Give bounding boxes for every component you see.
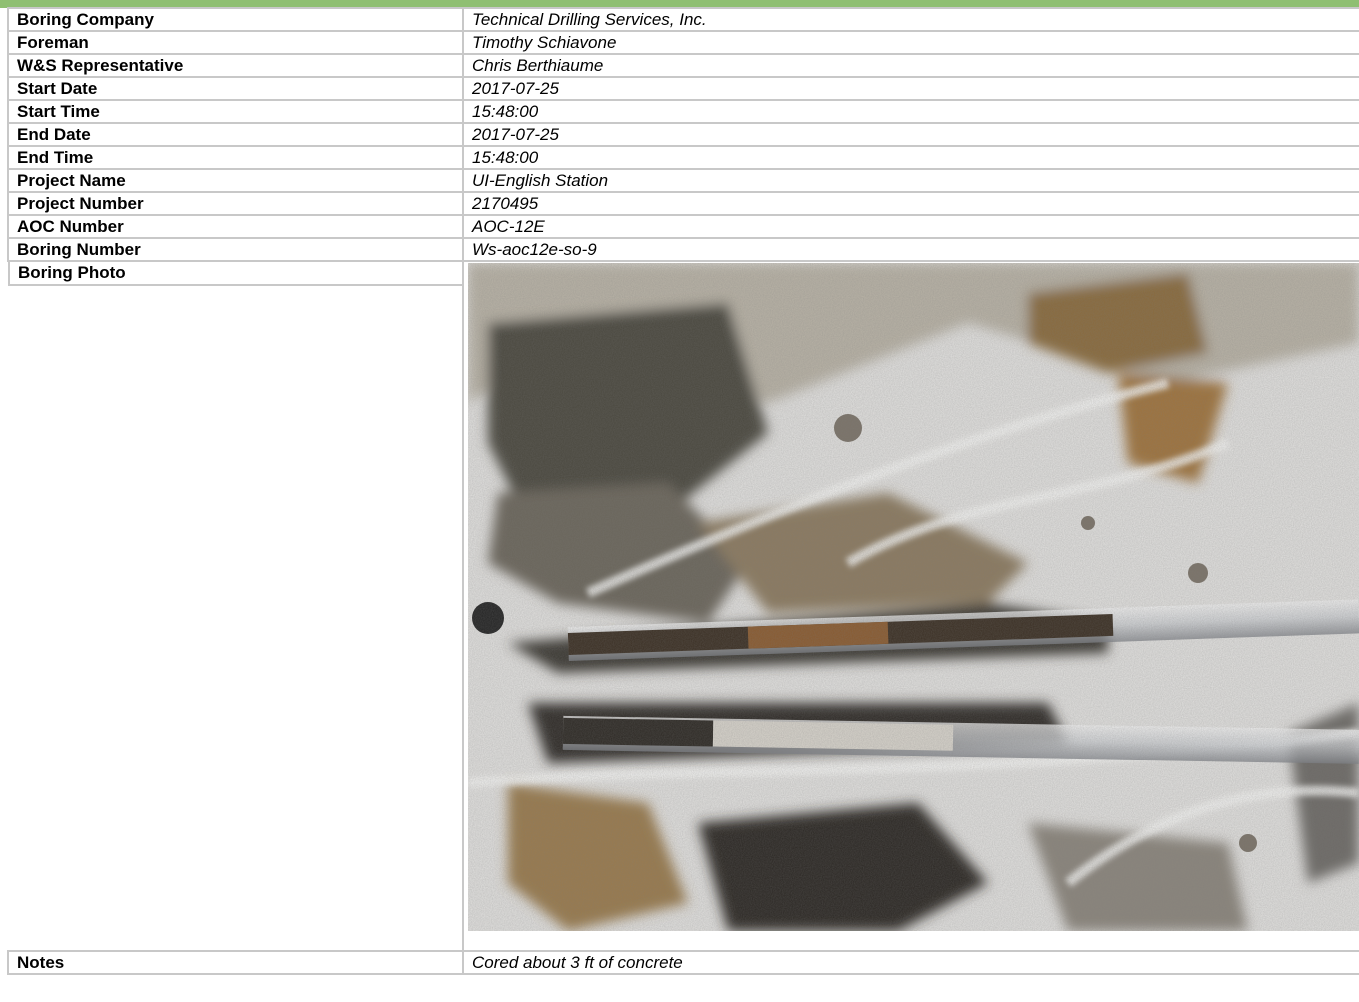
boring-photo — [468, 263, 1359, 931]
field-value: AOC-12E — [462, 214, 1359, 239]
field-label: End Time — [7, 145, 464, 170]
field-value: 15:48:00 — [462, 145, 1359, 170]
field-value: UI-English Station — [462, 168, 1359, 193]
table-row: W&S Representative Chris Berthiaume — [7, 53, 1359, 78]
table-row: End Date 2017-07-25 — [7, 122, 1359, 147]
table-row: Foreman Timothy Schiavone — [7, 30, 1359, 55]
notes-value: Cored about 3 ft of concrete — [462, 950, 1359, 975]
field-label: Boring Company — [7, 7, 464, 32]
table-row: Notes Cored about 3 ft of concrete — [7, 950, 1359, 975]
field-label: Start Date — [7, 76, 464, 101]
photo-label-cell: Boring Photo — [8, 260, 464, 951]
field-label: AOC Number — [7, 214, 464, 239]
photo-row: Boring Photo — [8, 260, 1359, 952]
field-value: 15:48:00 — [462, 99, 1359, 124]
field-value: Ws-aoc12e-so-9 — [462, 237, 1359, 262]
field-label: Boring Number — [7, 237, 464, 262]
field-label: Start Time — [7, 99, 464, 124]
table-row: Start Time 15:48:00 — [7, 99, 1359, 124]
boring-log-table: Boring Company Technical Drilling Servic… — [7, 7, 1359, 975]
field-label: Foreman — [7, 30, 464, 55]
field-value: 2170495 — [462, 191, 1359, 216]
field-value: 2017-07-25 — [462, 122, 1359, 147]
table-row: Project Number 2170495 — [7, 191, 1359, 216]
table-row: AOC Number AOC-12E — [7, 214, 1359, 239]
table-row: Start Date 2017-07-25 — [7, 76, 1359, 101]
table-row: Boring Company Technical Drilling Servic… — [7, 7, 1359, 32]
table-row: Boring Number Ws-aoc12e-so-9 — [7, 237, 1359, 262]
field-label: Project Name — [7, 168, 464, 193]
field-value: 2017-07-25 — [462, 76, 1359, 101]
notes-label: Notes — [7, 950, 464, 975]
table-row: End Time 15:48:00 — [7, 145, 1359, 170]
field-label: End Date — [7, 122, 464, 147]
field-value: Technical Drilling Services, Inc. — [462, 7, 1359, 32]
photo-cell — [462, 260, 1359, 952]
table-row: Project Name UI-English Station — [7, 168, 1359, 193]
field-label: W&S Representative — [7, 53, 464, 78]
field-value: Chris Berthiaume — [462, 53, 1359, 78]
photo-label: Boring Photo — [8, 263, 461, 286]
field-value: Timothy Schiavone — [462, 30, 1359, 55]
field-label: Project Number — [7, 191, 464, 216]
